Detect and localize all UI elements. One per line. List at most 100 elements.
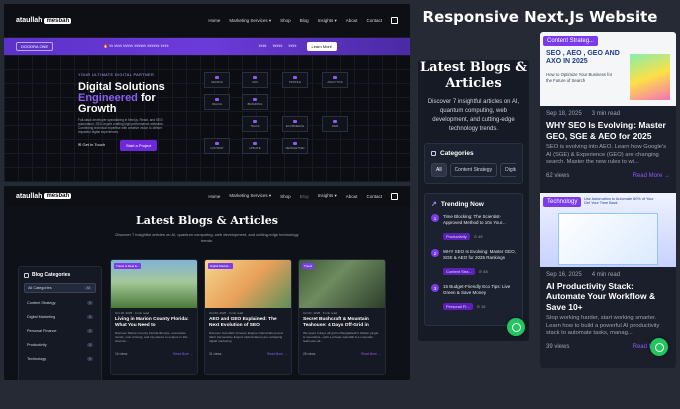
service-label: ADS [252, 80, 258, 84]
start-project-button[interactable]: Start a Project [120, 140, 158, 151]
nav-about[interactable]: About [346, 194, 358, 199]
read-more-link[interactable]: Read More → [633, 173, 670, 179]
blog-card[interactable]: Digital Market... Oct 03, 2025 · 4 min r… [204, 259, 292, 375]
promo-badge: DOODRA ONE [16, 42, 54, 51]
category-item[interactable]: Personal Finance 0 [24, 327, 96, 335]
service-tile[interactable]: NEWSLETTER [282, 138, 308, 154]
blog-card-date: Oct 01, 2025 [303, 311, 321, 315]
whatsapp-chat-button[interactable] [507, 318, 525, 336]
category-label: Technology [27, 357, 47, 361]
blog-card[interactable]: Travel & Real E... Oct 18, 2025 · 4 min … [110, 259, 198, 375]
blog-card-image: Travel & Real E... [111, 260, 197, 308]
service-tile[interactable]: TRACK [242, 116, 268, 132]
blog-card-meta: Oct 01, 2025 · 5 min read [303, 311, 338, 315]
blog-card-title[interactable]: Secret Bushcraft & Mountain Teahouse: 4 … [299, 315, 385, 331]
category-pill[interactable]: Digital [500, 163, 516, 177]
trending-item[interactable]: 3 15 Budget-Friendly Eco Tips: Live Gree… [431, 284, 516, 313]
blog-card-views: 62 views [546, 172, 570, 179]
blog-card-meta: Oct 03, 2025 · 4 min read [209, 311, 244, 315]
analytics-icon [333, 76, 337, 79]
blog-card-image: Content Strateg... SEO , AEO , GEO AND AX… [540, 32, 676, 106]
service-label: NEWSLETTER [285, 146, 305, 150]
mobile-blog-subtitle: Discover 7 insightful articles on AI, qu… [427, 99, 520, 132]
nav-contact[interactable]: Contact [366, 18, 382, 23]
category-label: Productivity [27, 343, 47, 347]
blog-card-read-time: 3 min read [591, 111, 621, 117]
blog-card-title[interactable]: WHY SEO Is Evolving: Master GEO, SGE & A… [540, 117, 676, 144]
nav-insights[interactable]: Insights ▾ [318, 193, 337, 199]
category-count: All [84, 286, 92, 290]
service-tile[interactable]: CONTENT [204, 138, 230, 154]
brand-logo[interactable]: ataullah mesbah [16, 17, 72, 24]
service-tile[interactable]: SEARCH [204, 72, 230, 88]
nav-blog[interactable]: Blog [300, 194, 309, 199]
read-more-link[interactable]: Read More → [361, 352, 381, 356]
nav-blog[interactable]: Blog [300, 18, 309, 23]
category-item[interactable]: Digital Marketing 0 [24, 313, 96, 321]
category-item[interactable]: Content Strategy 0 [24, 299, 96, 307]
read-more-link[interactable]: Read More → [173, 352, 193, 356]
trending-item[interactable]: 1 Time Blocking: The Scientist-Approved … [431, 214, 516, 243]
nav-shop[interactable]: Shop [280, 194, 291, 199]
service-tile[interactable]: REACH [204, 94, 230, 110]
blog-card-title[interactable]: AEO and GEO Explained: The Next Evolutio… [205, 315, 291, 331]
blog-card-tag: Travel [302, 263, 315, 269]
promo-link[interactable]: ৳৳৳৳ [259, 43, 267, 50]
nav-about[interactable]: About [346, 18, 358, 23]
hero-navbar: ataullah mesbah Home Marketing Services … [4, 4, 410, 38]
blog-card-views: 28 views [303, 352, 316, 356]
service-tile[interactable]: UPDATE [242, 138, 268, 154]
mobile-categories-panel: Categories All Content Strategy Digital [424, 143, 523, 184]
blog-card-meta: Sep 18, 2025 3 min read [540, 106, 676, 117]
trending-heading: ↗ Trending Now [431, 200, 516, 209]
nav-insights[interactable]: Insights ▾ [318, 18, 337, 24]
nav-home[interactable]: Home [208, 194, 220, 199]
blog-card[interactable]: Technology Use Automation to Automate 80… [540, 192, 676, 358]
get-in-touch-button[interactable]: ✉ Get In Touch [78, 142, 105, 147]
blog-card-title[interactable]: Living in Marion County Florida: What Yo… [111, 315, 197, 331]
trending-rank: 1 [431, 214, 439, 222]
read-more-link[interactable]: Read More → [267, 352, 287, 356]
whatsapp-chat-button[interactable] [650, 338, 668, 356]
trending-views: ⊙ 45 [478, 269, 488, 274]
service-tile[interactable]: ADS [242, 72, 268, 88]
service-tile[interactable]: WEB [322, 116, 348, 132]
blog-card[interactable]: Travel Oct 01, 2025 · 5 min read Secret … [298, 259, 386, 375]
theme-toggle-icon[interactable] [391, 17, 398, 24]
brand-logo[interactable]: ataullah mesbah [16, 193, 72, 200]
category-pill-all[interactable]: All [431, 163, 447, 177]
category-item[interactable]: Productivity 0 [24, 341, 96, 349]
service-tile[interactable]: ECOMMERCE [282, 116, 308, 132]
blog-card-excerpt: Discover how AEO (Answer Engine Optimiza… [209, 331, 283, 343]
category-count: 0 [87, 357, 93, 361]
service-label: REACH [212, 102, 222, 106]
blog-card-excerpt: Stop working harder, start working smart… [546, 315, 660, 336]
nav-contact[interactable]: Contact [366, 194, 382, 199]
category-count: 0 [87, 315, 93, 319]
theme-toggle-icon[interactable] [391, 192, 398, 200]
blog-card[interactable]: Content Strateg... SEO , AEO , GEO AND AX… [540, 32, 676, 187]
trending-views: ⊙ 15 [476, 304, 486, 309]
trending-heading-label: Trending Now [440, 200, 484, 208]
nav-shop[interactable]: Shop [280, 18, 291, 23]
service-tile[interactable]: PROFILE [282, 72, 308, 88]
image-caption: SEO , AEO , GEO AND AXO IN 2025 [546, 50, 620, 66]
nav-marketing-services[interactable]: Marketing Services ▾ [229, 18, 271, 24]
promo-link[interactable]: ৳৳৳৳ [289, 43, 297, 50]
nav-marketing-services[interactable]: Marketing Services ▾ [229, 193, 271, 199]
category-item[interactable]: Technology 0 [24, 355, 96, 363]
service-tile[interactable]: ANALYTICS [322, 72, 348, 88]
blog-card-title[interactable]: AI Productivity Stack: Automate Your Wor… [540, 278, 676, 316]
nav-home[interactable]: Home [208, 18, 220, 23]
trending-item[interactable]: 2 WHY SEO Is Evolving: Master GEO, SGE &… [431, 249, 516, 278]
hero-headline: Digital Solutions Engineered for Growth [78, 82, 188, 115]
page-heading: Responsive Next.Js Website [422, 8, 658, 26]
service-tile[interactable]: BRANDING [242, 94, 268, 110]
category-item[interactable]: All Categories All [24, 283, 96, 293]
promo-learn-more-button[interactable]: Learn More [306, 42, 337, 51]
promo-link[interactable]: ৳৳৳৳৳ [273, 43, 283, 50]
blog-card-tag: Travel & Real E... [114, 263, 142, 269]
blog-screenshot: ataullah mesbah Home Marketing Services … [4, 186, 410, 380]
category-pill[interactable]: Content Strategy [449, 163, 498, 177]
blog-card-excerpt: Discover Marion County Florida lifestyle… [115, 331, 188, 343]
